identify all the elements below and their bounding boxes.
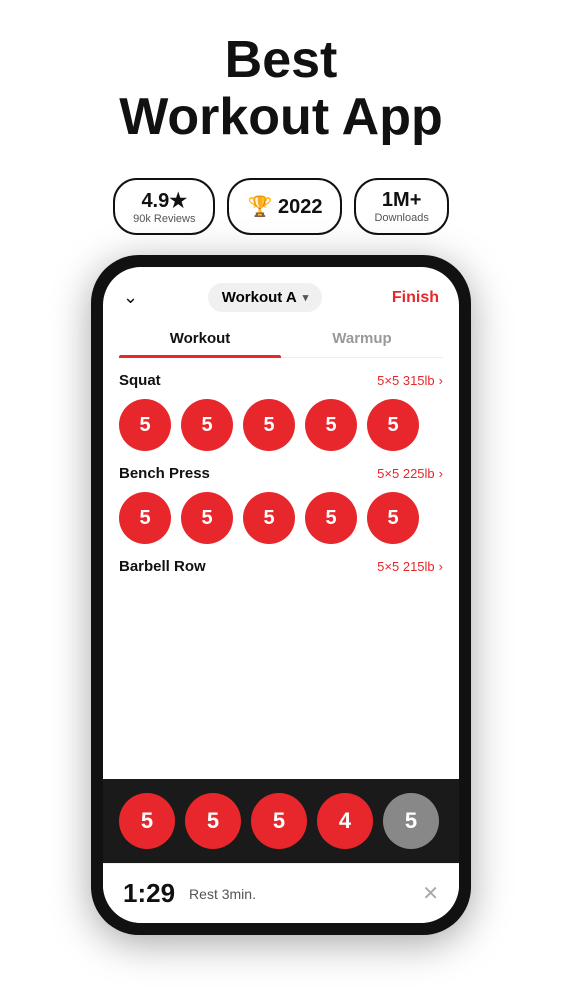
finish-button[interactable]: Finish [392,289,439,307]
timer-close-button[interactable]: ✕ [422,881,439,906]
squat-set-2[interactable]: 5 [181,399,233,451]
timer-label: Rest 3min. [189,886,408,902]
selector-arrow-icon: ▾ [303,291,309,304]
bench-set-1[interactable]: 5 [119,492,171,544]
exercise-bench: Bench Press 5×5 225lb › 5 5 5 5 5 [119,465,443,544]
rating-value: 4.9★ [141,188,187,213]
workout-selector-label: Workout A [222,289,297,306]
chevron-right-icon: › [439,373,443,388]
downloads-badge: 1M+ Downloads [354,178,448,235]
squat-sets-row: 5 5 5 5 5 [119,399,443,451]
app-top-bar: ⌄ Workout A ▾ Finish [103,267,459,320]
rest-timer: 1:29 Rest 3min. ✕ [103,863,459,923]
exercise-list: Squat 5×5 315lb › 5 5 5 5 5 [103,358,459,779]
exercise-squat-header: Squat 5×5 315lb › [119,372,443,389]
phone-mockup: ⌄ Workout A ▾ Finish Workout Warmup [91,255,471,1000]
exercise-barbell-header: Barbell Row 5×5 215lb › [119,558,443,575]
exercise-barbell-row: Barbell Row 5×5 215lb › [119,558,443,575]
exercise-squat-sets: 5×5 315lb › [377,373,443,388]
page-title: Best Workout App [20,32,542,146]
bottom-sets-bar: 5 5 5 4 5 [103,779,459,863]
squat-set-3[interactable]: 5 [243,399,295,451]
tabs: Workout Warmup [119,320,443,358]
squat-set-4[interactable]: 5 [305,399,357,451]
rating-badge: 4.9★ 90k Reviews [113,178,215,235]
exercise-barbell-sets: 5×5 215lb › [377,559,443,574]
chevron-right-icon: › [439,466,443,481]
badges-row: 4.9★ 90k Reviews 🏆 2022 1M+ Downloads [93,166,469,255]
exercise-bench-name: Bench Press [119,465,210,482]
exercise-bench-sets: 5×5 225lb › [377,466,443,481]
header: Best Workout App [0,0,562,166]
bench-set-4[interactable]: 5 [305,492,357,544]
bottom-set-4[interactable]: 4 [317,793,373,849]
bottom-set-1[interactable]: 5 [119,793,175,849]
award-badge: 🏆 2022 [227,178,342,235]
timer-time: 1:29 [123,878,175,909]
rating-sub: 90k Reviews [133,213,195,225]
award-value: 🏆 2022 [247,194,322,219]
tab-warmup[interactable]: Warmup [281,320,443,357]
bench-set-3[interactable]: 5 [243,492,295,544]
downloads-sub: Downloads [374,212,428,224]
exercise-squat-name: Squat [119,372,161,389]
bench-set-5[interactable]: 5 [367,492,419,544]
bottom-set-3[interactable]: 5 [251,793,307,849]
squat-set-1[interactable]: 5 [119,399,171,451]
chevron-right-icon: › [439,559,443,574]
tab-workout[interactable]: Workout [119,320,281,357]
phone-frame: ⌄ Workout A ▾ Finish Workout Warmup [91,255,471,935]
exercise-bench-header: Bench Press 5×5 225lb › [119,465,443,482]
phone-screen: ⌄ Workout A ▾ Finish Workout Warmup [103,267,459,923]
bench-sets-row: 5 5 5 5 5 [119,492,443,544]
squat-set-5[interactable]: 5 [367,399,419,451]
bench-set-2[interactable]: 5 [181,492,233,544]
bottom-set-5[interactable]: 5 [383,793,439,849]
downloads-value: 1M+ [382,189,421,212]
exercise-squat: Squat 5×5 315lb › 5 5 5 5 5 [119,372,443,451]
chevron-down-icon[interactable]: ⌄ [123,287,138,308]
exercise-barbell-name: Barbell Row [119,558,206,575]
bottom-set-2[interactable]: 5 [185,793,241,849]
workout-selector[interactable]: Workout A ▾ [208,283,323,312]
